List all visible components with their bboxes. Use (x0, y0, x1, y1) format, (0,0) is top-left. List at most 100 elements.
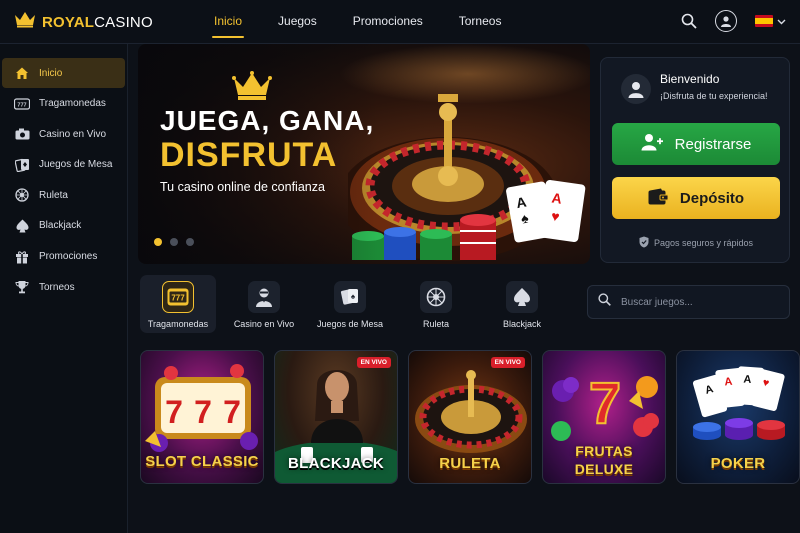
add-user-icon (641, 133, 663, 155)
category-blackjack[interactable]: Blackjack (484, 275, 560, 333)
roulette-icon (420, 281, 452, 313)
sidebar-item-casino-en-vivo[interactable]: Casino en Vivo (2, 119, 125, 149)
game-grid: 7 7 7 SLOT CLASSIC EN VIVO BLACKJACK EN … (140, 350, 800, 484)
home-icon (14, 65, 30, 81)
svg-text:7: 7 (589, 371, 621, 436)
sidebar-item-label: Blackjack (39, 220, 82, 232)
game-card-blackjack[interactable]: EN VIVO BLACKJACK (274, 350, 398, 484)
secure-text: Pagos seguros y rápidos (653, 238, 754, 248)
sidebar-item-inicio[interactable]: Inicio (2, 58, 125, 88)
header-actions (681, 10, 786, 32)
gift-icon (14, 249, 30, 265)
sidebar-item-juegos-de-mesa[interactable]: Juegos de Mesa (2, 150, 125, 180)
svg-text:7: 7 (223, 394, 241, 430)
category-label: Ruleta (422, 319, 449, 329)
sidebar-item-label: Inicio (39, 67, 63, 79)
welcome-title: Bienvenido (660, 72, 720, 86)
category-casino-en-vivo[interactable]: Casino en Vivo (226, 275, 302, 333)
game-title-line2: DELUXE (574, 461, 634, 477)
welcome-panel: Bienvenido ¡Disfruta de tu experiencia! … (600, 57, 790, 263)
game-card-frutas-deluxe[interactable]: 7 FRUTAS DELUXE (542, 350, 666, 484)
carousel-dot-1[interactable] (154, 238, 162, 246)
game-title: BLACKJACK (287, 455, 385, 472)
sidebar-item-promociones[interactable]: Promociones (2, 242, 125, 272)
spain-flag-icon (755, 15, 773, 27)
language-selector[interactable] (755, 12, 786, 30)
wallet-icon (648, 188, 669, 209)
category-ruleta[interactable]: Ruleta (398, 275, 474, 333)
roulette-wheel-image: A ♠ A ♥ (348, 94, 586, 261)
spade-icon (506, 281, 538, 313)
svg-text:7: 7 (194, 394, 212, 430)
nav-inicio[interactable]: Inicio (200, 0, 256, 44)
account-button[interactable] (715, 10, 737, 32)
svg-text:7: 7 (165, 394, 183, 430)
banner-title-line1: JUEGA, GANA, (160, 105, 375, 136)
sidebar-item-label: Ruleta (39, 189, 68, 201)
spade-icon (14, 218, 30, 234)
category-juegos-de-mesa[interactable]: ♠ Juegos de Mesa (312, 275, 388, 333)
game-title: SLOT CLASSIC (145, 453, 259, 470)
crown-icon (232, 71, 272, 106)
game-card-slot-classic[interactable]: 7 7 7 SLOT CLASSIC (140, 350, 264, 484)
search-icon (598, 293, 611, 311)
nav-torneos[interactable]: Torneos (445, 0, 516, 44)
category-label: Blackjack (502, 319, 541, 329)
user-avatar-icon (621, 74, 651, 104)
slot-777-icon: 777 (162, 281, 194, 313)
sidebar-item-label: Juegos de Mesa (39, 159, 113, 171)
logo-text: ROYALCASINO (42, 13, 153, 31)
cards-icon: ♠ (334, 281, 366, 313)
search-icon[interactable] (681, 13, 697, 29)
category-label: Tragamonedas (147, 319, 209, 329)
sidebar-item-label: Casino en Vivo (39, 128, 107, 140)
hero-banner[interactable]: A ♠ A ♥ JUEGA, GANA, DISFRUTA Tu casino … (138, 44, 590, 264)
carousel-dot-3[interactable] (186, 238, 194, 246)
crown-icon (14, 11, 36, 33)
category-bar: 777 Tragamonedas Casino en Vivo ♠ Juegos… (140, 275, 560, 333)
category-tragamonedas[interactable]: 777 Tragamonedas (140, 275, 216, 333)
trophy-icon (14, 279, 30, 295)
shield-icon (639, 236, 649, 250)
game-title-line1: FRUTAS (575, 443, 633, 459)
deposit-label: Depósito (679, 189, 745, 207)
live-badge: EN VIVO (356, 357, 391, 368)
svg-text:A: A (724, 376, 733, 389)
main-nav: Inicio Juegos Promociones Torneos (200, 0, 523, 44)
sidebar-item-label: Promociones (39, 251, 98, 263)
deposit-button[interactable]: Depósito (612, 177, 780, 219)
cards-icon (14, 157, 30, 173)
carousel-dot-2[interactable] (170, 238, 178, 246)
svg-text:777: 777 (171, 294, 185, 303)
logo[interactable]: ROYALCASINO (14, 11, 153, 33)
welcome-subtitle: ¡Disfruta de tu experiencia! (660, 91, 768, 101)
sidebar-item-blackjack[interactable]: Blackjack (2, 211, 125, 241)
sidebar-item-torneos[interactable]: Torneos (2, 272, 125, 302)
category-label: Juegos de Mesa (316, 319, 384, 329)
game-title: RULETA (439, 455, 501, 472)
nav-juegos[interactable]: Juegos (264, 0, 331, 44)
game-card-ruleta[interactable]: EN VIVO RULETA (408, 350, 532, 484)
top-header: ROYALCASINO Inicio Juegos Promociones To… (0, 0, 800, 44)
game-search-box (587, 285, 790, 319)
sidebar-item-ruleta[interactable]: Ruleta (2, 180, 125, 210)
banner-title-line2: DISFRUTA (160, 136, 338, 174)
dealer-icon (248, 281, 280, 313)
sidebar: Inicio 777 Tragamonedas Casino en Vivo J… (0, 44, 128, 533)
game-card-poker[interactable]: A A A ♥ POKER (676, 350, 800, 484)
svg-text:A: A (743, 374, 752, 387)
register-button[interactable]: Registrarse (612, 123, 780, 165)
game-title: POKER (710, 455, 766, 472)
roulette-icon (14, 187, 30, 203)
game-search-input[interactable] (621, 296, 771, 308)
sidebar-item-label: Tragamonedas (39, 98, 106, 110)
sidebar-item-label: Torneos (39, 281, 75, 293)
sidebar-item-tragamonedas[interactable]: 777 Tragamonedas (2, 89, 125, 119)
live-badge: EN VIVO (490, 357, 525, 368)
chevron-down-icon (777, 12, 786, 30)
nav-promociones[interactable]: Promociones (339, 0, 437, 44)
slot-icon: 777 (14, 96, 30, 112)
user-icon (715, 10, 737, 32)
banner-subtitle: Tu casino online de confianza (160, 180, 325, 194)
carousel-dots (154, 238, 194, 246)
